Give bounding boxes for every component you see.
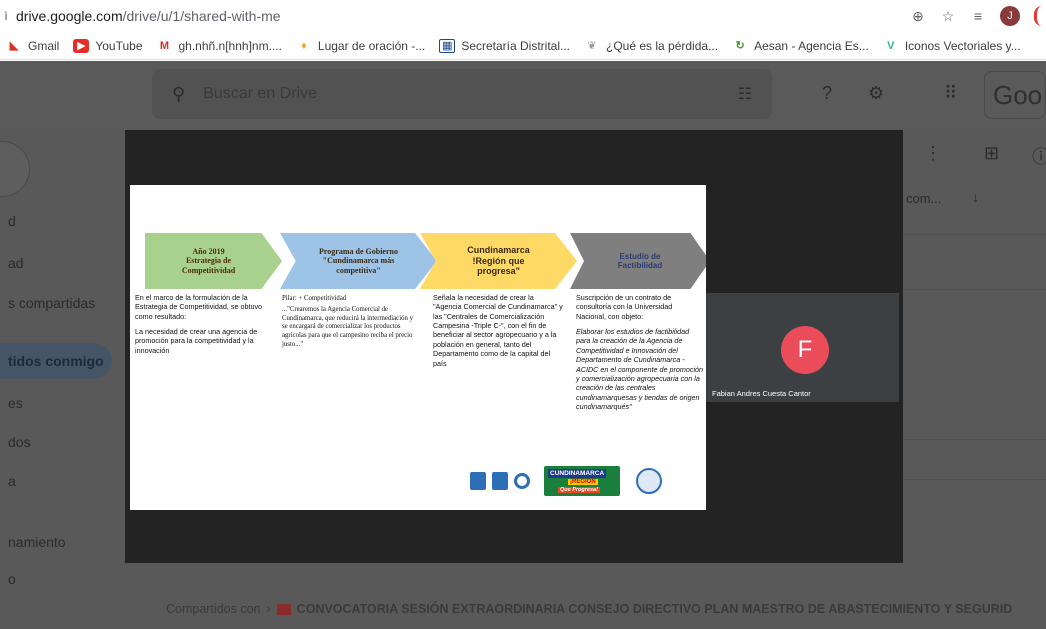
url-text[interactable]: drive.google.com/drive/u/1/shared-with-m… xyxy=(16,8,281,24)
bookmark-perdida[interactable]: ❦ ¿Qué es la pérdida... xyxy=(584,39,718,53)
step-arrow-4: Estudio de Factibilidad xyxy=(570,233,706,289)
sort-column-header[interactable]: com... xyxy=(906,191,941,206)
col3-paragraph-1: Señala la necesidad de crear la "Agencia… xyxy=(433,293,563,368)
chevron-right-icon: › xyxy=(266,602,271,616)
bookmark-star-icon[interactable]: ☆ xyxy=(940,8,956,25)
sidebar-item-shared-with-me[interactable]: tidos conmigo xyxy=(8,353,104,369)
sidebar-item-shared-drives[interactable]: s compartidas xyxy=(8,295,95,311)
breadcrumb: Compartidos con › CONVOCATORIA SESIÓN EX… xyxy=(166,602,1012,616)
sidebar-item-9[interactable]: o xyxy=(8,571,16,587)
flame-icon: ♦ xyxy=(301,39,307,52)
circle-arrow-icon: ↻ xyxy=(735,40,745,52)
drive-search-box[interactable]: ⚲ Buscar en Drive ☷ xyxy=(152,69,772,119)
leaf-icon: ❦ xyxy=(587,40,597,52)
sidebar-item-6[interactable]: dos xyxy=(8,434,31,450)
institution-logos: CUNDINAMARCA ¡REGIÓN Que Progresa! xyxy=(470,459,705,503)
bookmark-lugar-oracion[interactable]: ♦ Lugar de oración -... xyxy=(296,39,425,53)
slide-column-1: En el marco de la formulación de la Estr… xyxy=(135,293,273,361)
youtube-icon: ▶ xyxy=(73,38,90,53)
slide-column-2: Pilar: + Competitividad ..."Crearemos la… xyxy=(282,295,414,356)
gmail-icon: ◣ xyxy=(9,40,19,52)
sort-arrow-icon[interactable]: ↓ xyxy=(972,189,979,205)
browser-address-bar[interactable]: ì drive.google.com/drive/u/1/shared-with… xyxy=(0,0,1046,32)
university-seal-icon xyxy=(636,468,662,494)
sidebar-item-2[interactable]: ad xyxy=(8,255,24,271)
slide-column-4: Suscripción de un contrato de consultorí… xyxy=(576,293,704,417)
step-arrow-1: Año 2019 Estrategia de Competitividad xyxy=(145,233,282,289)
settings-icon[interactable]: ⚙ xyxy=(868,83,884,104)
search-icon[interactable]: ⚲ xyxy=(172,84,185,105)
sidebar-item-5[interactable]: es xyxy=(8,395,23,411)
search-placeholder: Buscar en Drive xyxy=(203,85,318,102)
bookmarks-bar: ◣ Gmail ▶ YouTube M gh.nhñ.n[hnh]nm.... … xyxy=(0,32,1046,60)
grid-view-icon[interactable]: ⊞ xyxy=(984,143,999,164)
help-icon[interactable]: ? xyxy=(822,83,832,104)
bookmark-secretaria[interactable]: ▦ Secretaría Distrital... xyxy=(439,38,570,53)
circle-logo-icon xyxy=(514,473,530,489)
col2-paragraph-1: Pilar: + Competitividad xyxy=(282,295,347,302)
apps-grid-icon[interactable]: ⠿ xyxy=(944,83,957,104)
col1-paragraph-2: La necesidad de crear una agencia de pro… xyxy=(135,327,258,355)
participant-name: Fabian Andres Cuesta Cantor xyxy=(712,389,811,398)
sidebar-item-7[interactable]: a xyxy=(8,473,16,489)
step-arrow-3: Cundinamarca !Región que progresa" xyxy=(420,233,577,289)
bookmark-youtube[interactable]: ▶ YouTube xyxy=(73,38,143,53)
sidebar-item-1[interactable]: d xyxy=(8,213,16,229)
vector-v-icon: V xyxy=(887,39,895,52)
more-options-icon[interactable]: ⋮ xyxy=(924,143,942,164)
folder-icon xyxy=(276,603,291,615)
new-button[interactable] xyxy=(0,141,30,197)
bookmark-iconos[interactable]: V Iconos Vectoriales y... xyxy=(883,39,1021,53)
slide-column-3: Señala la necesidad de crear la "Agencia… xyxy=(433,293,563,374)
gobernacion-logo-icon xyxy=(470,472,486,490)
col4-paragraph-1: Suscripción de un contrato de consultorí… xyxy=(576,293,673,321)
breadcrumb-folder-title[interactable]: CONVOCATORIA SESIÓN EXTRAORDINARIA CONSE… xyxy=(297,602,1013,616)
col1-paragraph-1: En el marco de la formulación de la Estr… xyxy=(135,293,263,321)
extension-icon[interactable] xyxy=(1034,6,1042,26)
google-account-brand[interactable]: Goo xyxy=(984,71,1046,119)
shared-slide: Año 2019 Estrategia de Competitividad Pr… xyxy=(130,185,706,510)
reading-list-icon[interactable]: ≡ xyxy=(970,8,986,24)
site-info-icon[interactable]: ì xyxy=(0,9,12,23)
col2-paragraph-2: ..."Crearemos la Agencia Comercial de Cu… xyxy=(282,305,413,349)
participant-avatar: F xyxy=(781,326,829,374)
sidebar-item-storage[interactable]: namiento xyxy=(8,534,66,550)
bookmark-gmail[interactable]: ◣ Gmail xyxy=(6,39,60,53)
cundinamarca-logo: CUNDINAMARCA ¡REGIÓN Que Progresa! xyxy=(544,466,620,496)
info-icon[interactable]: ⓘ xyxy=(1032,143,1046,169)
drive-header: ⚲ Buscar en Drive ☷ ? ⚙ ⠿ Goo xyxy=(0,61,1046,129)
breadcrumb-prefix[interactable]: Compartidos con xyxy=(166,602,261,616)
zoom-icon[interactable]: ⊕ xyxy=(910,8,926,25)
bookmark-gh[interactable]: M gh.nhñ.n[hnh]nm.... xyxy=(157,39,282,53)
bookmark-aesan[interactable]: ↻ Aesan - Agencia Es... xyxy=(732,39,868,53)
search-options-icon[interactable]: ☷ xyxy=(738,84,752,104)
seal-icon: ▦ xyxy=(439,38,456,53)
profile-avatar[interactable]: J xyxy=(1000,6,1020,26)
col4-paragraph-2: Elaborar los estudios de factibilidad pa… xyxy=(576,327,704,411)
gmail-m-icon: M xyxy=(159,39,170,52)
step-arrow-2: Programa de Gobierno "Cundinamarca más c… xyxy=(280,233,437,289)
secretaria-logo-icon xyxy=(492,472,508,490)
